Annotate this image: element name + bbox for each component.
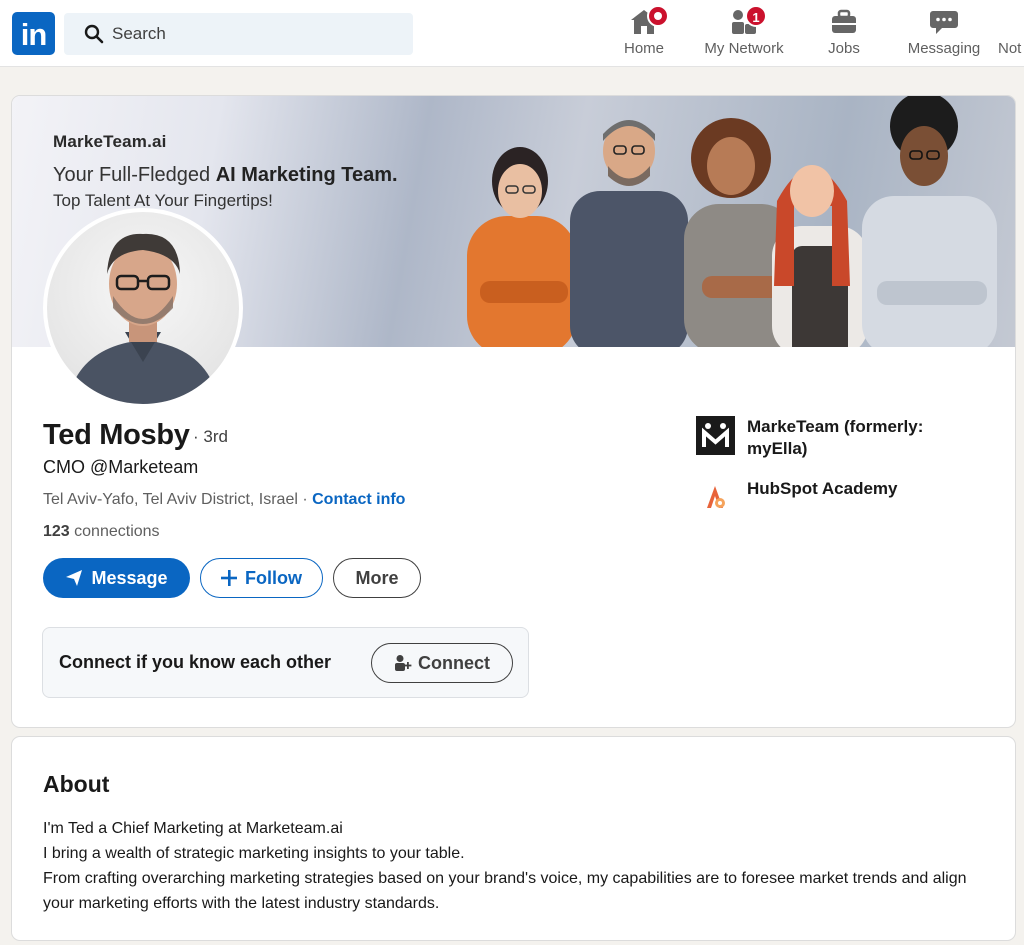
plus-icon [221, 570, 237, 586]
about-line: I bring a wealth of strategic marketing … [43, 845, 465, 862]
avatar-portrait [67, 233, 219, 404]
follow-button[interactable]: Follow [200, 558, 323, 598]
nav-label-messaging: Messaging [907, 40, 981, 57]
nav-item-notifications[interactable]: Not [998, 0, 1024, 66]
nav-label-my-network: My Network [704, 40, 784, 57]
banner-subtagline: Top Talent At Your Fingertips! [53, 191, 273, 210]
team-member-1 [467, 147, 577, 347]
profile-avatar[interactable] [43, 208, 243, 408]
about-body: I'm Ted a Chief Marketing at Marketeam.a… [43, 816, 988, 916]
team-member-5 [862, 96, 997, 347]
connect-button[interactable]: Connect [371, 643, 513, 683]
add-person-icon [395, 655, 412, 671]
banner-brand: MarkeTeam.ai [53, 132, 167, 151]
org-hubspot-academy[interactable]: HubSpot Academy [696, 478, 947, 517]
home-notification-dot [647, 5, 669, 27]
search-box[interactable] [64, 13, 413, 55]
banner-team-illustration [467, 96, 997, 347]
marketeam-logo [696, 416, 735, 455]
nav-item-jobs[interactable]: Jobs [814, 0, 874, 66]
linkedin-logo[interactable]: in [12, 12, 55, 55]
about-section: About I'm Ted a Chief Marketing at Marke… [11, 736, 1016, 941]
about-line: I'm Ted a Chief Marketing at Marketeam.a… [43, 820, 343, 837]
messaging-icon [930, 11, 958, 34]
about-title: About [43, 771, 110, 797]
nav-label-home: Home [623, 40, 664, 57]
connect-prompt-box: Connect if you know each other Connect [42, 627, 529, 698]
banner-text-block: MarkeTeam.ai Your Full-Fledged AI Market… [53, 132, 398, 211]
org-marketeam[interactable]: MarkeTeam (formerly: myElla) [696, 416, 947, 460]
org-name-marketeam: MarkeTeam (formerly: myElla) [747, 417, 924, 458]
banner-tagline: Your Full-Fledged AI Marketing Team. [53, 164, 398, 186]
org-name-hubspot: HubSpot Academy [747, 479, 898, 498]
profile-headline: CMO @Marketeam [43, 457, 199, 477]
team-member-4 [772, 165, 868, 347]
message-button[interactable]: Message [43, 558, 190, 598]
nav-item-my-network[interactable]: 1 My Network [698, 0, 790, 66]
nav-label-jobs: Jobs [828, 40, 860, 57]
top-nav-bar: in Home 1 My Network [0, 0, 1024, 67]
profile-location-row: Tel Aviv-Yafo, Tel Aviv District, Israel… [43, 491, 406, 508]
connection-degree: · 3rd [193, 427, 228, 446]
search-icon [84, 24, 104, 44]
nav-item-home[interactable]: Home [614, 0, 674, 66]
more-button[interactable]: More [333, 558, 421, 598]
search-input[interactable] [112, 13, 402, 55]
about-line: From crafting overarching marketing stra… [43, 870, 967, 912]
profile-location: Tel Aviv-Yafo, Tel Aviv District, Israel [43, 491, 298, 508]
network-notification-badge: 1 [745, 5, 767, 27]
profile-card: MarkeTeam.ai Your Full-Fledged AI Market… [11, 95, 1016, 728]
send-icon [66, 570, 83, 586]
nav-label-notifications: Not [998, 40, 1022, 57]
connect-prompt-text: Connect if you know each other [59, 652, 332, 672]
profile-name: Ted Mosby [43, 419, 190, 451]
nav-item-messaging[interactable]: Messaging [900, 0, 988, 66]
connections-count[interactable]: 123 connections [43, 523, 160, 541]
contact-info-link[interactable]: Contact info [312, 491, 405, 508]
briefcase-icon [832, 9, 856, 33]
hubspot-academy-logo [696, 478, 735, 517]
team-member-2 [570, 120, 688, 347]
